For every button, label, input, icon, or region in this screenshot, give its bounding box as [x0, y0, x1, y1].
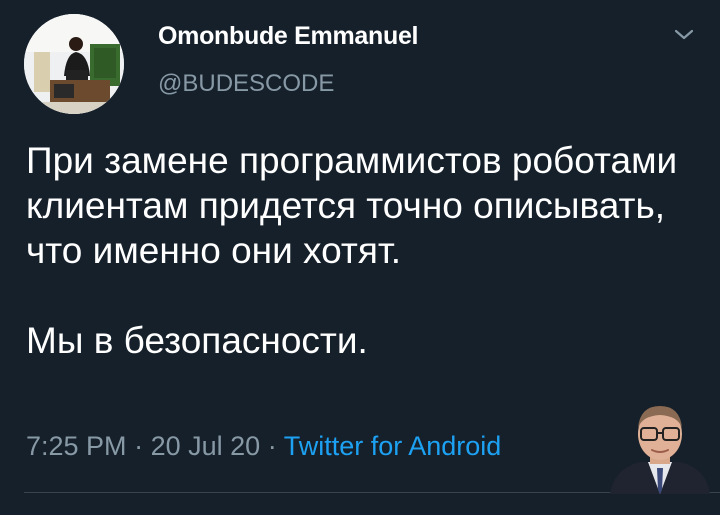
tweet-paragraph: Мы в безопасности.: [26, 320, 368, 361]
tweet-meta: 7:25 PM · 20 Jul 20 · Twitter for Androi…: [26, 431, 501, 462]
chevron-down-icon[interactable]: [672, 26, 696, 44]
tweet-date[interactable]: 20 Jul 20: [151, 431, 261, 461]
avatar[interactable]: [24, 14, 124, 114]
display-name[interactable]: Omonbude Emmanuel: [158, 22, 419, 51]
user-handle[interactable]: @BUDESCODE: [158, 70, 334, 98]
tweet-paragraph: При замене программистов роботами клиент…: [26, 140, 678, 271]
separator: ·: [134, 431, 144, 461]
tweet-source-link[interactable]: Twitter for Android: [284, 431, 502, 461]
bill-gates-sticker: [600, 398, 720, 494]
tweet-time[interactable]: 7:25 PM: [26, 431, 127, 461]
avatar-photo: [24, 14, 124, 114]
separator: ·: [267, 431, 277, 461]
tweet-text: При замене программистов роботами клиент…: [26, 138, 696, 363]
